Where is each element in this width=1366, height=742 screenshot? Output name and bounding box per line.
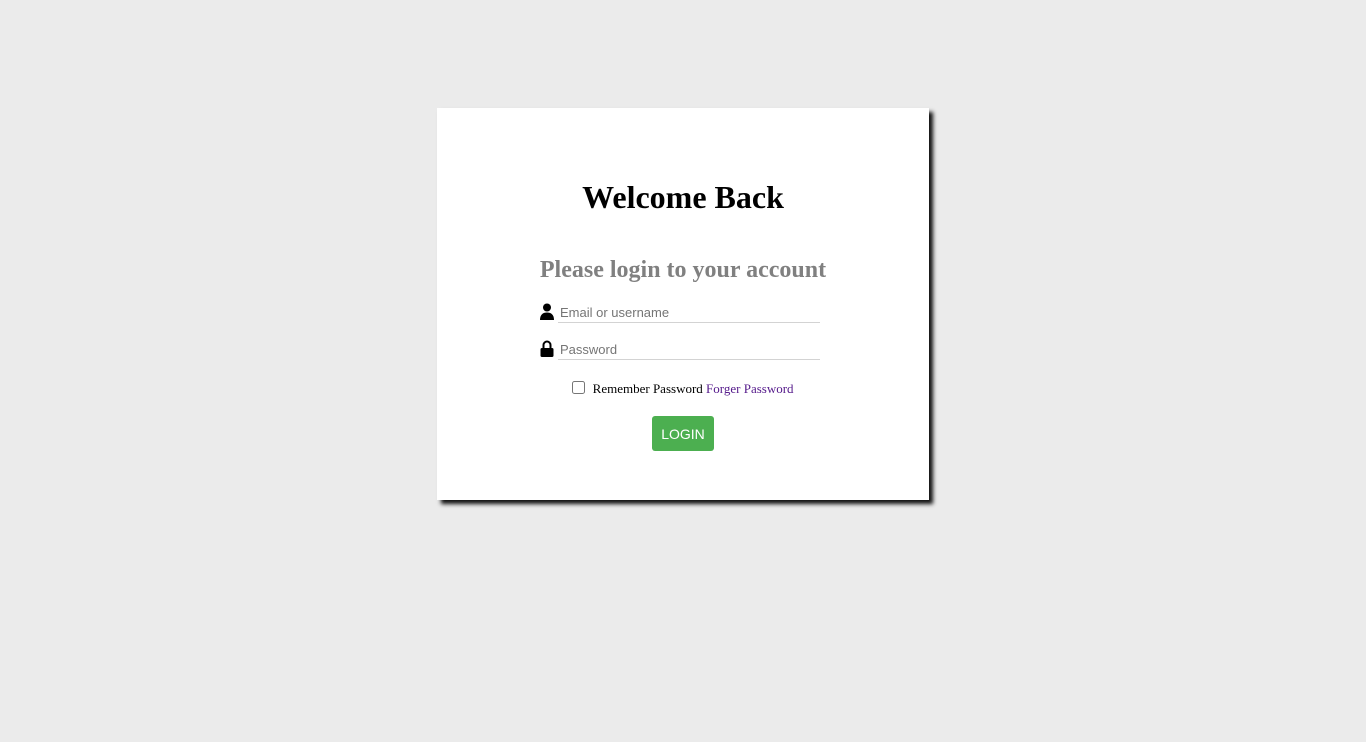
lock-icon [540,340,554,358]
remember-row: Remember Password Forger Password [437,380,929,398]
forgot-password-link[interactable]: Forger Password [706,381,794,396]
remember-checkbox[interactable] [572,381,586,394]
username-input[interactable] [558,303,820,323]
page-title: Welcome Back [582,179,784,215]
remember-label: Remember Password [592,381,703,396]
username-field-row [540,303,820,323]
password-input[interactable] [558,340,820,360]
password-field-row [540,340,820,360]
login-button[interactable]: LOGIN [652,416,714,451]
user-icon [540,303,554,321]
page-subtitle: Please login to your account [539,257,827,283]
login-card: Welcome Back Please login to your accoun… [437,108,929,500]
